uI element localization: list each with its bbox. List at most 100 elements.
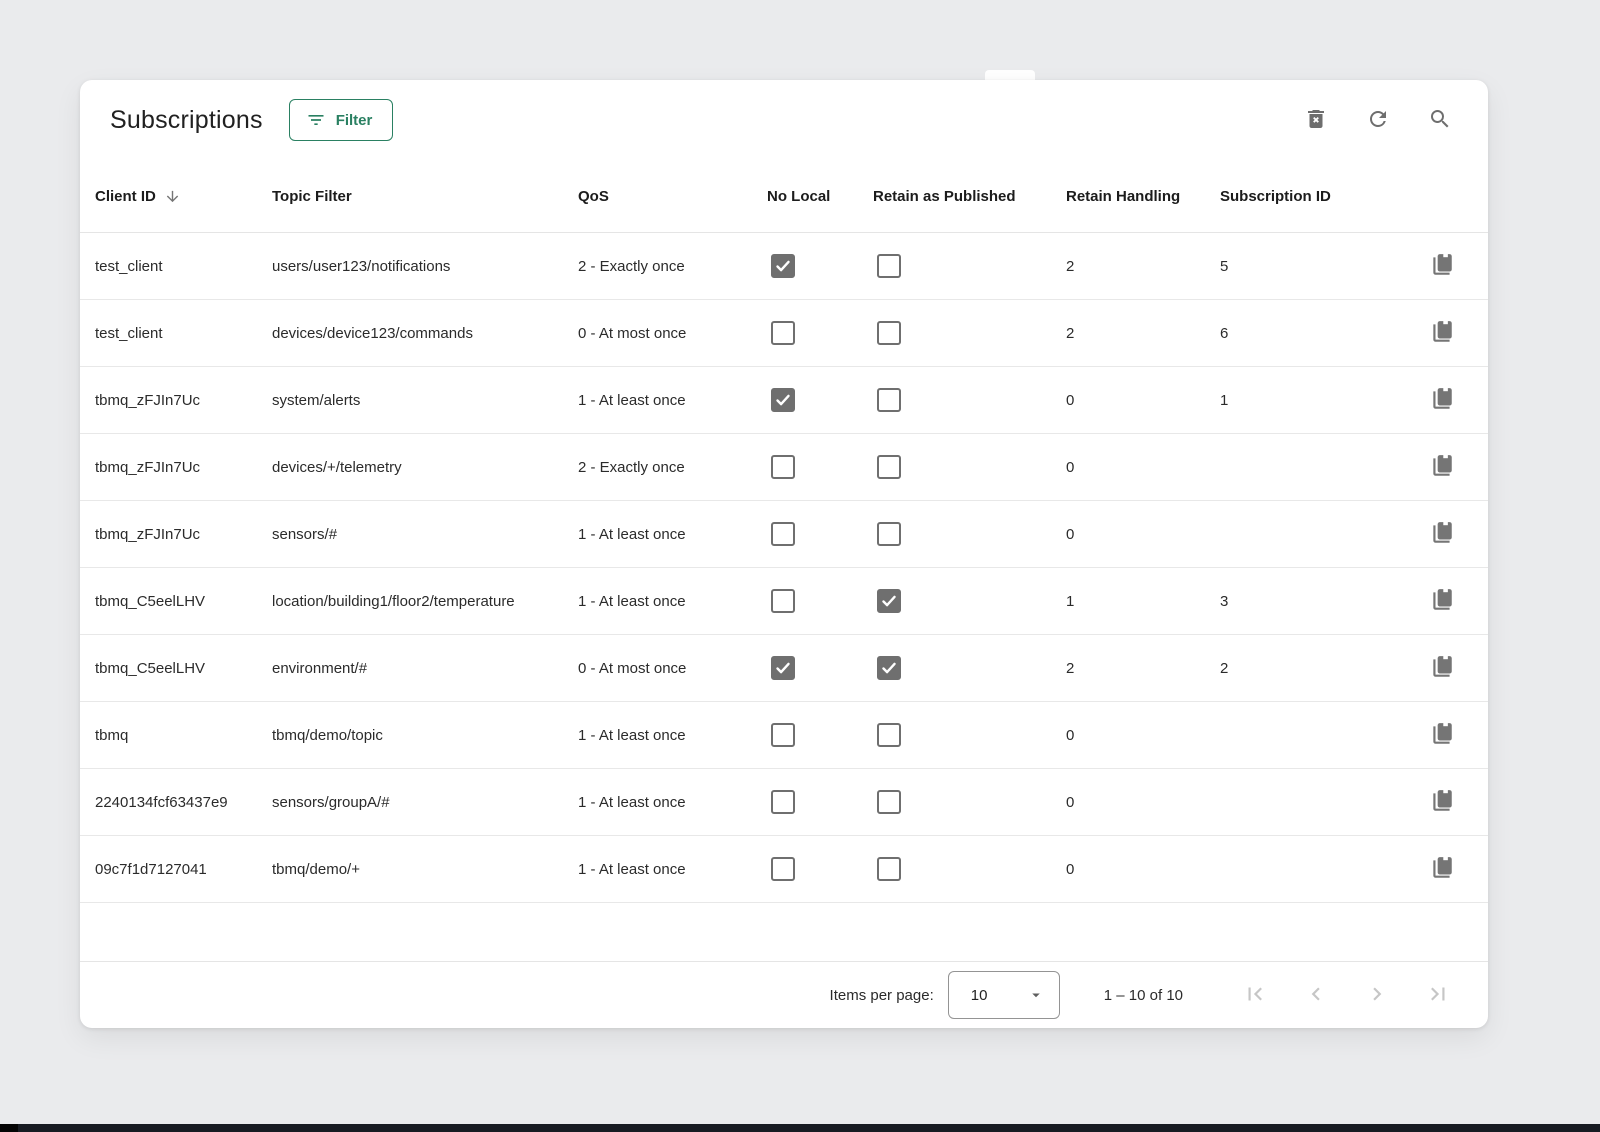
cell-client-id: tbmq_C5eelLHV [95, 660, 272, 677]
cell-subscription-id: 1 [1218, 392, 1410, 409]
no-local-checkbox[interactable] [771, 455, 795, 479]
table-row[interactable]: tbmq_zFJIn7Uc system/alerts 1 - At least… [80, 367, 1488, 434]
cell-no-local [767, 321, 873, 345]
table-header-row: Client ID Topic Filter QoS No Local Reta… [80, 160, 1488, 233]
cell-retain-as-published [873, 790, 1064, 814]
retain-as-published-checkbox[interactable] [877, 790, 901, 814]
cell-actions [1410, 715, 1488, 755]
copy-icon [1429, 855, 1455, 884]
cell-qos: 1 - At least once [578, 526, 767, 543]
column-header-topic-filter[interactable]: Topic Filter [272, 188, 578, 205]
retain-as-published-checkbox[interactable] [877, 388, 901, 412]
cell-qos: 1 - At least once [578, 593, 767, 610]
no-local-checkbox[interactable] [771, 790, 795, 814]
copy-icon [1429, 788, 1455, 817]
cell-no-local [767, 723, 873, 747]
search-button[interactable] [1420, 100, 1460, 140]
cell-retain-handling: 0 [1064, 526, 1218, 543]
copy-button[interactable] [1422, 313, 1462, 353]
items-per-page-select[interactable]: 10 [948, 971, 1060, 1019]
table-row[interactable]: test_client devices/device123/commands 0… [80, 300, 1488, 367]
no-local-checkbox[interactable] [771, 857, 795, 881]
cell-retain-handling: 0 [1064, 794, 1218, 811]
refresh-icon [1366, 107, 1390, 134]
retain-as-published-checkbox[interactable] [877, 857, 901, 881]
cell-client-id: 2240134fcf63437e9 [95, 794, 272, 811]
filter-button-label: Filter [336, 112, 373, 129]
retain-as-published-checkbox[interactable] [877, 589, 901, 613]
no-local-checkbox[interactable] [771, 723, 795, 747]
cell-actions [1410, 447, 1488, 487]
cell-retain-as-published [873, 723, 1064, 747]
retain-as-published-checkbox[interactable] [877, 321, 901, 345]
column-header-subscription-id[interactable]: Subscription ID [1218, 188, 1410, 205]
copy-button[interactable] [1422, 447, 1462, 487]
copy-button[interactable] [1422, 380, 1462, 420]
cell-actions [1410, 581, 1488, 621]
retain-as-published-checkbox[interactable] [877, 455, 901, 479]
no-local-checkbox[interactable] [771, 254, 795, 278]
copy-button[interactable] [1422, 782, 1462, 822]
previous-page-icon [1303, 981, 1329, 1010]
filter-button[interactable]: Filter [289, 99, 394, 141]
cell-client-id: tbmq_zFJIn7Uc [95, 392, 272, 409]
table-row[interactable]: tbmq tbmq/demo/topic 1 - At least once 0 [80, 702, 1488, 769]
column-header-no-local[interactable]: No Local [767, 188, 873, 205]
table-row[interactable]: test_client users/user123/notifications … [80, 233, 1488, 300]
copy-button[interactable] [1422, 648, 1462, 688]
cell-client-id: tbmq [95, 727, 272, 744]
cell-no-local [767, 388, 873, 412]
cell-retain-handling: 1 [1064, 593, 1218, 610]
cell-retain-handling: 0 [1064, 727, 1218, 744]
no-local-checkbox[interactable] [771, 522, 795, 546]
card-header: Subscriptions Filter [80, 80, 1488, 160]
first-page-button[interactable] [1235, 975, 1275, 1015]
cell-retain-handling: 0 [1064, 861, 1218, 878]
retain-as-published-checkbox[interactable] [877, 656, 901, 680]
copy-icon [1429, 721, 1455, 750]
next-page-icon [1364, 981, 1390, 1010]
column-header-retain-handling[interactable]: Retain Handling [1064, 188, 1218, 205]
column-header-qos[interactable]: QoS [578, 188, 767, 205]
no-local-checkbox[interactable] [771, 321, 795, 345]
table-row[interactable]: tbmq_C5eelLHV environment/# 0 - At most … [80, 635, 1488, 702]
column-header-retain-as-published[interactable]: Retain as Published [873, 188, 1064, 205]
retain-as-published-checkbox[interactable] [877, 723, 901, 747]
clear-empty-nodes-button[interactable] [1296, 100, 1336, 140]
table-row[interactable]: tbmq_zFJIn7Uc devices/+/telemetry 2 - Ex… [80, 434, 1488, 501]
desktop-background: Subscriptions Filter [0, 0, 1600, 1132]
cell-retain-as-published [873, 656, 1064, 680]
first-page-icon [1242, 981, 1268, 1010]
retain-as-published-checkbox[interactable] [877, 522, 901, 546]
column-header-client-id[interactable]: Client ID [95, 188, 272, 205]
table-empty-space [80, 903, 1488, 961]
copy-button[interactable] [1422, 715, 1462, 755]
previous-page-button[interactable] [1296, 975, 1336, 1015]
cell-actions [1410, 380, 1488, 420]
cell-client-id: test_client [95, 258, 272, 275]
refresh-button[interactable] [1358, 100, 1398, 140]
table-row[interactable]: tbmq_zFJIn7Uc sensors/# 1 - At least onc… [80, 501, 1488, 568]
cell-qos: 1 - At least once [578, 861, 767, 878]
no-local-checkbox[interactable] [771, 656, 795, 680]
last-page-button[interactable] [1418, 975, 1458, 1015]
cell-client-id: 09c7f1d7127041 [95, 861, 272, 878]
cell-no-local [767, 522, 873, 546]
cell-actions [1410, 849, 1488, 889]
next-page-button[interactable] [1357, 975, 1397, 1015]
no-local-checkbox[interactable] [771, 388, 795, 412]
table-row[interactable]: 2240134fcf63437e9 sensors/groupA/# 1 - A… [80, 769, 1488, 836]
copy-icon [1429, 319, 1455, 348]
cell-no-local [767, 790, 873, 814]
copy-button[interactable] [1422, 246, 1462, 286]
retain-as-published-checkbox[interactable] [877, 254, 901, 278]
cell-no-local [767, 589, 873, 613]
no-local-checkbox[interactable] [771, 589, 795, 613]
copy-button[interactable] [1422, 514, 1462, 554]
copy-button[interactable] [1422, 581, 1462, 621]
table-row[interactable]: 09c7f1d7127041 tbmq/demo/+ 1 - At least … [80, 836, 1488, 903]
cell-client-id: tbmq_zFJIn7Uc [95, 459, 272, 476]
copy-button[interactable] [1422, 849, 1462, 889]
filter-list-icon [306, 110, 326, 130]
table-row[interactable]: tbmq_C5eelLHV location/building1/floor2/… [80, 568, 1488, 635]
